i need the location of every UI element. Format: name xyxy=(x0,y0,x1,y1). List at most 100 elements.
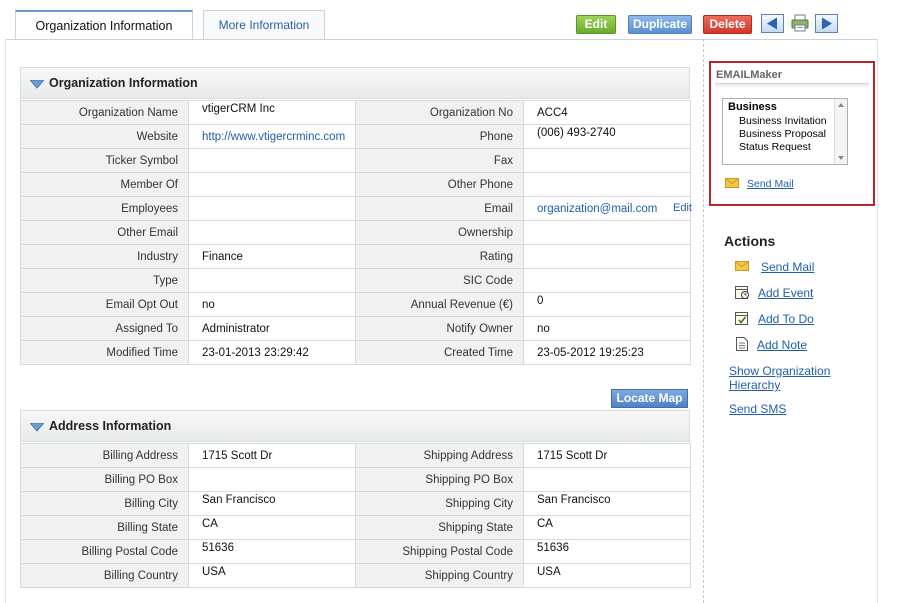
field-value[interactable] xyxy=(523,172,691,197)
field-value[interactable] xyxy=(523,148,691,173)
show-hierarchy-line2: Hierarchy xyxy=(729,378,781,392)
template-option[interactable]: Business Invitation xyxy=(739,115,827,127)
organization-details-table: Organization Name vtigerCRM Inc Organizati… xyxy=(20,100,691,365)
field-text: Assigned To xyxy=(115,322,178,335)
action-add-note[interactable]: Add Note xyxy=(757,338,807,352)
field-value[interactable] xyxy=(188,196,356,221)
actions-title: Actions xyxy=(724,233,776,249)
previous-record-button[interactable] xyxy=(761,14,784,33)
tab-more-information[interactable]: More Information xyxy=(203,10,325,39)
field-value[interactable]: 1715 Scott Dr xyxy=(188,443,356,468)
field-label: Website xyxy=(20,124,189,149)
field-label: Other Email xyxy=(20,220,189,245)
field-text: Shipping Country xyxy=(424,569,513,582)
field-value[interactable] xyxy=(188,268,356,293)
template-option[interactable]: Status Request xyxy=(739,141,811,153)
section-title: Address Information xyxy=(49,419,172,433)
field-value[interactable]: 1715 Scott Dr xyxy=(523,443,691,468)
field-text: Website xyxy=(136,130,178,143)
template-listbox[interactable]: Business Business Invitation Business Pr… xyxy=(722,98,848,165)
field-value[interactable]: vtigerCRM Inc xyxy=(188,100,356,125)
field-value[interactable]: 0 xyxy=(523,292,691,317)
field-text: Annual Revenue (€) xyxy=(410,298,513,311)
field-value[interactable]: USA xyxy=(188,563,356,588)
locate-map-button[interactable]: Locate Map xyxy=(611,389,688,408)
table-row: Organization Name vtigerCRM Inc Organizati… xyxy=(20,100,691,125)
table-row: Assigned To Administrator Notify Owner no xyxy=(20,316,691,341)
field-value[interactable]: 51636 xyxy=(188,539,356,564)
field-value[interactable]: Administrator xyxy=(188,316,356,341)
field-link[interactable]: organization@mail.com xyxy=(537,203,657,215)
table-row: Email Opt Out no Annual Revenue (€) 0 xyxy=(20,292,691,317)
field-text: no xyxy=(537,322,550,335)
send-sms-link[interactable]: Send SMS xyxy=(729,402,786,416)
field-value[interactable]: USA xyxy=(523,563,691,588)
field-label: Type xyxy=(20,268,189,293)
field-text: Industry xyxy=(137,250,178,263)
field-text: CA xyxy=(202,518,218,530)
field-value[interactable] xyxy=(523,467,691,492)
field-text: 1715 Scott Dr xyxy=(537,449,608,462)
field-text: Employees xyxy=(121,202,178,215)
field-label: Shipping Address xyxy=(355,443,524,468)
field-value[interactable]: CA xyxy=(188,515,356,540)
table-row: Ticker Symbol Fax xyxy=(20,148,691,173)
field-text: Other Email xyxy=(117,226,178,239)
action-send-mail[interactable]: Send Mail xyxy=(761,260,814,274)
action-add-todo[interactable]: Add To Do xyxy=(758,312,814,326)
field-value[interactable]: 23-01-2013 23:29:42 xyxy=(188,340,356,365)
field-value[interactable] xyxy=(523,220,691,245)
collapse-triangle-icon[interactable] xyxy=(30,80,44,89)
field-value[interactable] xyxy=(188,220,356,245)
arrow-right-icon xyxy=(822,17,832,30)
action-add-event[interactable]: Add Event xyxy=(758,286,813,300)
field-value[interactable]: (006) 493-2740 xyxy=(523,124,691,149)
field-text: Organization Name xyxy=(78,106,178,119)
address-section-header[interactable]: Address Information xyxy=(20,410,690,442)
field-text: USA xyxy=(537,566,561,578)
field-text: Finance xyxy=(202,250,243,263)
field-text: Shipping State xyxy=(438,521,513,534)
next-record-button[interactable] xyxy=(815,14,838,33)
field-value[interactable]: ACC4 xyxy=(523,100,691,125)
field-value[interactable] xyxy=(188,172,356,197)
field-text: 23-01-2013 23:29:42 xyxy=(202,346,309,359)
field-text: CA xyxy=(537,518,553,530)
print-icon[interactable] xyxy=(790,14,810,33)
field-value[interactable] xyxy=(188,148,356,173)
table-row: Billing PO Box Shipping PO Box xyxy=(20,467,691,492)
duplicate-button[interactable]: Duplicate xyxy=(628,15,692,34)
organization-section-header[interactable]: Organization Information xyxy=(20,67,690,99)
table-row: Modified Time 23-01-2013 23:29:42 Created … xyxy=(20,340,691,365)
field-text: Ticker Symbol xyxy=(105,154,178,167)
field-value[interactable]: 51636 xyxy=(523,539,691,564)
edit-button[interactable]: Edit xyxy=(576,15,616,34)
field-link[interactable]: http://www.vtigercrminc.com xyxy=(202,131,345,143)
field-value[interactable]: San Francisco xyxy=(188,491,356,516)
tab-organization-information[interactable]: Organization Information xyxy=(15,10,193,39)
field-value[interactable] xyxy=(523,244,691,269)
delete-button[interactable]: Delete xyxy=(703,15,752,34)
field-value[interactable] xyxy=(523,268,691,293)
field-value[interactable]: 23-05-2012 19:25:23 xyxy=(523,340,691,365)
field-text: Member Of xyxy=(120,178,178,191)
field-value[interactable]: no xyxy=(188,292,356,317)
field-value[interactable]: http://www.vtigercrminc.com xyxy=(188,124,356,149)
template-option[interactable]: Business Proposal xyxy=(739,128,826,140)
collapse-triangle-icon[interactable] xyxy=(30,423,44,432)
inline-edit-link[interactable]: Edit xyxy=(673,202,692,214)
field-value[interactable]: San Francisco xyxy=(523,491,691,516)
field-value[interactable]: no xyxy=(523,316,691,341)
emailmaker-send-mail-link[interactable]: Send Mail xyxy=(747,178,794,190)
emailmaker-title: EMAILMaker xyxy=(716,69,783,81)
field-value[interactable]: CA xyxy=(523,515,691,540)
field-text: vtigerCRM Inc xyxy=(202,103,275,115)
field-value[interactable]: organization@mail.com xyxy=(523,196,691,221)
listbox-scrollbar[interactable] xyxy=(834,99,847,164)
todo-icon xyxy=(735,312,748,325)
field-value[interactable]: Finance xyxy=(188,244,356,269)
field-label: Billing City xyxy=(20,491,189,516)
field-value[interactable] xyxy=(188,467,356,492)
show-organization-hierarchy-link[interactable]: Show Organization Hierarchy xyxy=(729,364,830,392)
field-text: USA xyxy=(202,566,226,578)
